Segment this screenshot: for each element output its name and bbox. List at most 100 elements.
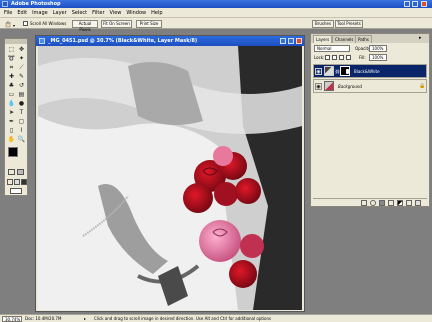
status-bar: 30.74% Doc: 10.4M/20.7M ▸ Click and drag… [0, 314, 432, 322]
type-tool-icon[interactable]: T [17, 109, 26, 117]
menu-view[interactable]: View [109, 10, 123, 16]
layers-palette: Layers Channels Paths ▸ Normal Opacity: … [310, 33, 430, 207]
screen-mode-full-menu-icon[interactable] [14, 179, 20, 185]
menu-edit[interactable]: Edit [16, 10, 28, 16]
notes-tool-icon[interactable]: ▯ [7, 127, 16, 135]
actual-pixels-button[interactable]: Actual Pixels [72, 20, 98, 32]
well-tab-tool-presets[interactable]: Tool Presets [335, 20, 363, 28]
menu-help[interactable]: Help [150, 10, 163, 16]
blend-mode-select[interactable]: Normal [314, 45, 350, 52]
eye-icon[interactable]: ◉ [315, 68, 322, 75]
status-arrow-icon[interactable]: ▸ [84, 316, 86, 321]
menu-file[interactable]: File [3, 10, 13, 16]
layer-row-background[interactable]: ◉ Background 🔒 [313, 79, 427, 93]
tab-channels[interactable]: Channels [332, 35, 357, 43]
hand-tool-preset-icon[interactable] [4, 20, 12, 28]
palette-menu-arrow-icon[interactable]: ▸ [419, 35, 422, 41]
gradient-tool-icon[interactable]: ▤ [17, 91, 26, 99]
app-title-bar: Adobe Photoshop [0, 0, 432, 8]
toolbox: ⬚ ✥ ➰ ✦ ⌗ ⟋ ✚ ✎ ♣ ↺ ▭ ▤ 💧 ● ➤ T ✒ ▢ ▯ ⌇ … [4, 38, 28, 196]
lock-transparency-icon[interactable] [325, 55, 330, 60]
maximize-button[interactable] [412, 1, 418, 7]
options-bar: ▾ Scroll All Windows Actual Pixels Fit O… [0, 17, 432, 32]
menu-layer[interactable]: Layer [52, 10, 68, 16]
menu-bar: File Edit Image Layer Select Filter View… [0, 8, 432, 17]
document-window: _MG_0451.psd @ 30.7% (Black&White, Layer… [35, 35, 305, 312]
new-adjustment-layer-icon[interactable] [397, 200, 403, 206]
status-hint: Click and drag to scroll image in desire… [94, 316, 272, 321]
slice-tool-icon[interactable]: ⟋ [17, 64, 26, 72]
shape-tool-icon[interactable]: ▢ [17, 118, 26, 126]
magic-wand-tool-icon[interactable]: ✦ [17, 55, 26, 63]
jump-to-imageready-icon[interactable] [10, 188, 22, 194]
lock-all-icon[interactable] [346, 55, 351, 60]
screen-mode-standard-icon[interactable] [7, 179, 13, 185]
close-button[interactable] [421, 1, 427, 7]
standard-mode-icon[interactable] [8, 169, 15, 175]
fit-on-screen-button[interactable]: Fit On Screen [101, 20, 132, 28]
app-title: Adobe Photoshop [11, 1, 61, 7]
brush-tool-icon[interactable]: ✎ [17, 73, 26, 81]
fill-field[interactable]: 100% [369, 54, 387, 61]
crop-tool-icon[interactable]: ⌗ [7, 64, 16, 72]
menu-select[interactable]: Select [71, 10, 88, 16]
foreground-color-swatch[interactable] [8, 147, 18, 157]
layer-row-black-white[interactable]: ◉ ⛓ Black&White [313, 64, 427, 78]
opacity-field[interactable]: 100% [369, 45, 387, 52]
layer-style-icon[interactable] [370, 200, 376, 206]
scroll-all-windows-checkbox[interactable] [23, 21, 28, 26]
hand-tool-icon[interactable]: ✋ [7, 136, 16, 144]
menu-window[interactable]: Window [125, 10, 147, 16]
zoom-level-field[interactable]: 30.74% [2, 316, 22, 322]
tab-layers[interactable]: Layers [313, 35, 333, 43]
document-title: _MG_0451.psd @ 30.7% (Black&White, Layer… [48, 38, 198, 44]
path-selection-tool-icon[interactable]: ➤ [7, 109, 16, 117]
quick-mask-mode-icon[interactable] [17, 169, 24, 175]
dodge-tool-icon[interactable]: ● [17, 100, 26, 108]
tool-preset-dropdown[interactable]: ▾ [13, 23, 15, 28]
blur-tool-icon[interactable]: 💧 [7, 100, 16, 108]
new-layer-icon[interactable] [406, 200, 412, 206]
adjustment-layer-thumbnail [324, 66, 334, 76]
layer-name: Background [338, 84, 362, 89]
delete-layer-icon[interactable] [415, 200, 421, 206]
document-close-button[interactable] [296, 38, 302, 44]
lock-position-icon[interactable] [339, 55, 344, 60]
document-title-bar[interactable]: _MG_0451.psd @ 30.7% (Black&White, Layer… [36, 36, 304, 46]
add-mask-icon[interactable] [379, 200, 385, 206]
marquee-tool-icon[interactable]: ⬚ [7, 46, 16, 54]
print-size-button[interactable]: Print Size [136, 20, 162, 28]
pen-tool-icon[interactable]: ✒ [7, 118, 16, 126]
eyedropper-tool-icon[interactable]: ⌇ [17, 127, 26, 135]
document-icon [39, 38, 45, 44]
minimize-button[interactable] [404, 1, 410, 7]
menu-filter[interactable]: Filter [91, 10, 105, 16]
history-brush-tool-icon[interactable]: ↺ [17, 82, 26, 90]
lock-label: Lock: [314, 55, 325, 60]
image-canvas[interactable] [38, 46, 302, 310]
new-group-icon[interactable] [388, 200, 394, 206]
document-maximize-button[interactable] [288, 38, 294, 44]
toolbox-grip[interactable] [5, 39, 27, 44]
scroll-all-windows-label: Scroll All Windows [30, 21, 67, 26]
fill-label: Fill: [359, 55, 366, 60]
tab-paths[interactable]: Paths [355, 35, 372, 43]
menu-image[interactable]: Image [31, 10, 49, 16]
lock-icon: 🔒 [419, 83, 426, 89]
lock-image-icon[interactable] [332, 55, 337, 60]
well-tab-brushes[interactable]: Brushes [312, 20, 334, 28]
clone-stamp-tool-icon[interactable]: ♣ [7, 82, 16, 90]
background-layer-thumbnail [324, 81, 334, 91]
move-tool-icon[interactable]: ✥ [17, 46, 26, 54]
lasso-tool-icon[interactable]: ➰ [7, 55, 16, 63]
document-minimize-button[interactable] [280, 38, 286, 44]
eye-icon[interactable]: ◉ [315, 83, 322, 90]
link-layers-icon[interactable] [361, 200, 367, 206]
screen-mode-full-icon[interactable] [21, 179, 27, 185]
healing-brush-tool-icon[interactable]: ✚ [7, 73, 16, 81]
layer-mask-thumbnail[interactable] [340, 66, 350, 76]
eraser-tool-icon[interactable]: ▭ [7, 91, 16, 99]
layers-bottom-bar [313, 198, 427, 206]
zoom-tool-icon[interactable]: 🔍 [17, 136, 26, 144]
photoshop-app-icon [2, 1, 8, 7]
